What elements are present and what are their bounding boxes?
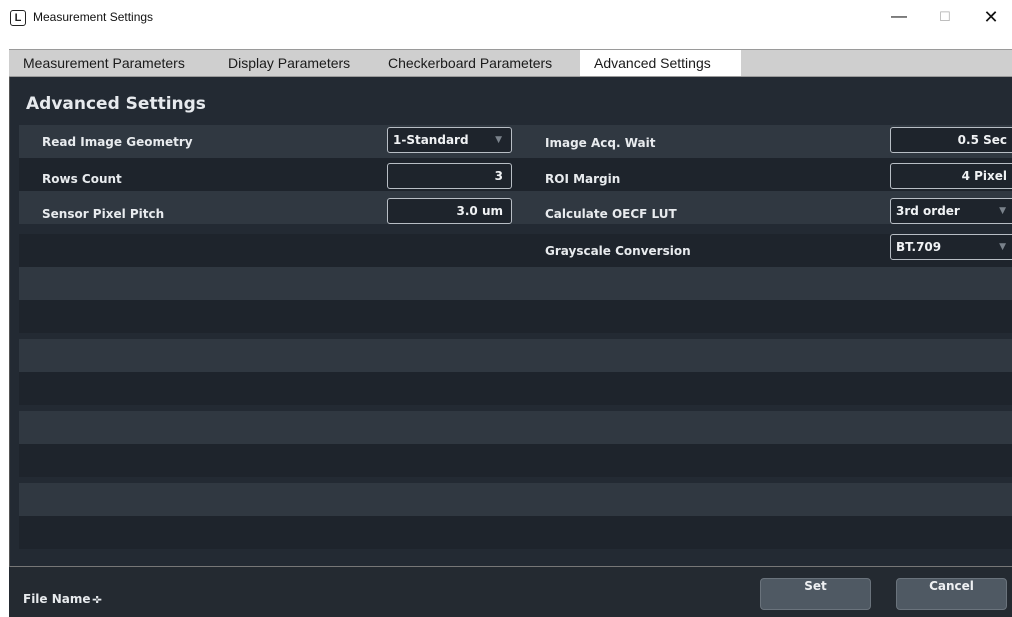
file-name-label: File Name : (23, 592, 100, 606)
list-row (19, 372, 1012, 405)
list-row (19, 444, 1012, 477)
set-button[interactable]: Set (760, 578, 871, 610)
list-row (19, 411, 1012, 444)
cancel-button[interactable]: Cancel (896, 578, 1007, 610)
list-row (19, 516, 1012, 549)
list-row (19, 483, 1012, 516)
roi-margin-label: ROI Margin (545, 172, 621, 186)
list-row (19, 267, 1012, 300)
settings-row (19, 158, 1012, 191)
section-title: Advanced Settings (26, 94, 206, 114)
sensor-pixel-pitch-input[interactable]: 3.0 um (387, 198, 512, 224)
image-acq-wait-label: Image Acq. Wait (545, 136, 656, 150)
grayscale-conversion-label: Grayscale Conversion (545, 244, 691, 258)
grayscale-conversion-select[interactable]: BT.709 ▼ (890, 234, 1012, 260)
minimize-button[interactable]: — (876, 0, 922, 34)
file-name-value: -- (92, 592, 102, 606)
app-logo-icon: L (10, 10, 26, 26)
tab-advanced-settings[interactable]: Advanced Settings (580, 50, 741, 76)
read-image-geometry-label: Read Image Geometry (42, 135, 193, 149)
maximize-button[interactable]: ☐ (922, 0, 968, 34)
tab-measurement-parameters[interactable]: Measurement Parameters (9, 50, 214, 76)
rows-count-label: Rows Count (42, 172, 122, 186)
caret-down-icon: ▼ (999, 206, 1006, 216)
title-bar: L Measurement Settings — ☐ ✕ (0, 0, 1012, 38)
close-button[interactable]: ✕ (968, 0, 1012, 34)
list-row (19, 300, 1012, 333)
footer-bar: File Name : -- Set Cancel (9, 567, 1012, 617)
list-row (19, 339, 1012, 372)
caret-down-icon: ▼ (495, 135, 502, 145)
tab-bar: Measurement Parameters Display Parameter… (9, 49, 1012, 77)
read-image-geometry-value: 1-Standard (393, 133, 469, 147)
sensor-pixel-pitch-label: Sensor Pixel Pitch (42, 207, 165, 221)
calculate-oecf-lut-label: Calculate OECF LUT (545, 207, 677, 221)
advanced-settings-panel: Advanced Settings Read Image Geometry 1-… (9, 77, 1012, 567)
grayscale-conversion-value: BT.709 (896, 240, 942, 254)
settings-row (19, 191, 1012, 224)
read-image-geometry-select[interactable]: 1-Standard ▼ (387, 127, 512, 153)
tab-checkerboard-parameters[interactable]: Checkerboard Parameters (374, 50, 579, 76)
roi-margin-input[interactable]: 4 Pixel (890, 163, 1012, 189)
window-title: Measurement Settings (33, 10, 154, 24)
rows-count-input[interactable]: 3 (387, 163, 512, 189)
image-acq-wait-input[interactable]: 0.5 Sec (890, 127, 1012, 153)
tab-display-parameters[interactable]: Display Parameters (214, 50, 374, 76)
caret-down-icon: ▼ (999, 242, 1006, 252)
calculate-oecf-lut-select[interactable]: 3rd order ▼ (890, 198, 1012, 224)
settings-row (19, 234, 1012, 267)
calculate-oecf-lut-value: 3rd order (896, 204, 960, 218)
